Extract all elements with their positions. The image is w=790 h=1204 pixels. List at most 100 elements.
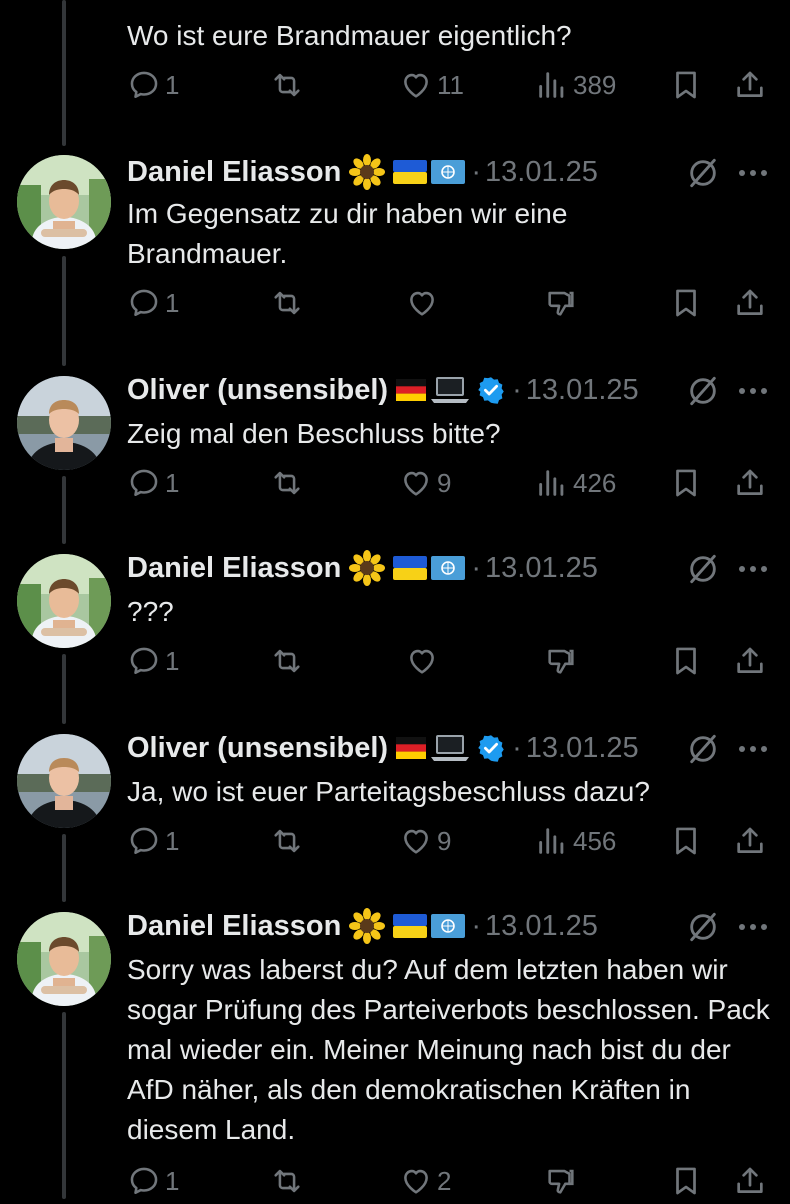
share-button[interactable] xyxy=(733,1164,767,1198)
reply-icon xyxy=(130,647,158,675)
share-icon xyxy=(737,289,763,315)
bookmark-button[interactable] xyxy=(669,68,703,102)
grok-icon[interactable] xyxy=(686,552,720,586)
timestamp[interactable]: 13.01.25 xyxy=(485,156,598,189)
more-icon[interactable] xyxy=(738,386,768,396)
retweet-button[interactable] xyxy=(269,286,305,320)
author-name[interactable]: Daniel Eliasson xyxy=(127,156,341,189)
bookmark-icon xyxy=(676,827,696,855)
bookmark-icon xyxy=(676,289,696,317)
bookmark-button[interactable] xyxy=(669,1164,703,1198)
retweet-button[interactable] xyxy=(269,644,305,678)
separator: · xyxy=(471,155,482,188)
downvote-button[interactable] xyxy=(543,286,579,320)
views-button[interactable]: 426 xyxy=(535,466,616,500)
heart-icon xyxy=(410,291,434,316)
tweet-header: Daniel Eliasson · 13.01.25 xyxy=(127,548,598,588)
more-icon[interactable] xyxy=(738,922,768,932)
avatar[interactable] xyxy=(17,554,111,648)
view-count: 426 xyxy=(573,467,617,498)
grok-icon[interactable] xyxy=(686,374,720,408)
more-icon[interactable] xyxy=(738,744,768,754)
like-button[interactable] xyxy=(405,286,439,320)
retweet-button[interactable] xyxy=(269,466,305,500)
like-count: 9 xyxy=(437,467,452,498)
retweet-icon xyxy=(274,1169,300,1193)
like-button[interactable]: 11 xyxy=(399,68,464,102)
grok-icon[interactable] xyxy=(686,910,720,944)
tweet[interactable]: Oliver (unsensibel) · 13.01.25 Ja, wo is… xyxy=(0,728,790,888)
bookmark-button[interactable] xyxy=(669,644,703,678)
like-button[interactable]: 9 xyxy=(399,824,451,858)
share-button[interactable] xyxy=(733,466,767,500)
reply-icon xyxy=(130,289,158,317)
heart-icon xyxy=(404,73,428,98)
reply-button[interactable]: 1 xyxy=(127,68,179,102)
ukraine-flag-icon xyxy=(393,160,428,184)
timestamp[interactable]: 13.01.25 xyxy=(485,910,598,943)
reply-button[interactable]: 1 xyxy=(127,286,179,320)
views-icon xyxy=(539,828,564,854)
ukraine-flag-icon xyxy=(393,914,428,938)
views-button[interactable]: 389 xyxy=(535,68,616,102)
share-button[interactable] xyxy=(733,286,767,320)
reply-icon xyxy=(130,827,158,855)
tweet[interactable]: Daniel Eliasson · 13.01.25 ??? 1 xyxy=(0,548,790,708)
bookmark-icon xyxy=(676,647,696,675)
timestamp[interactable]: 13.01.25 xyxy=(526,374,639,407)
avatar[interactable] xyxy=(17,912,111,1006)
more-icon[interactable] xyxy=(738,168,768,178)
like-button[interactable]: 9 xyxy=(399,466,451,500)
un-flag-icon xyxy=(431,556,466,580)
name-emojis xyxy=(396,733,506,763)
reply-button[interactable]: 1 xyxy=(127,644,179,678)
reply-icon xyxy=(130,1167,158,1195)
share-button[interactable] xyxy=(733,644,767,678)
tweet[interactable]: Daniel Eliasson · 13.01.25 Im Gegensatz … xyxy=(0,150,790,350)
tweet-actions: 1 11 389 xyxy=(127,68,777,108)
author-name[interactable]: Oliver (unsensibel) xyxy=(127,374,388,407)
author-name[interactable]: Daniel Eliasson xyxy=(127,910,341,943)
like-button[interactable]: 2 xyxy=(399,1164,451,1198)
reply-count: 1 xyxy=(165,467,180,498)
views-button[interactable]: 456 xyxy=(535,824,616,858)
downvote-button[interactable] xyxy=(543,1164,579,1198)
reply-button[interactable]: 1 xyxy=(127,824,179,858)
timestamp[interactable]: 13.01.25 xyxy=(526,732,639,765)
tweet[interactable]: Daniel Eliasson · 13.01.25 Sorry was lab… xyxy=(0,906,790,1199)
like-button[interactable] xyxy=(405,644,439,678)
author-name[interactable]: Daniel Eliasson xyxy=(127,552,341,585)
bookmark-icon xyxy=(676,469,696,497)
avatar[interactable] xyxy=(17,155,111,249)
tweet[interactable]: Wo ist eure Brandmauer eigentlich? 1 11 … xyxy=(0,0,790,130)
avatar[interactable] xyxy=(17,734,111,828)
downvote-button[interactable] xyxy=(543,644,579,678)
heart-icon xyxy=(410,649,434,674)
grok-icon[interactable] xyxy=(686,732,720,766)
grok-icon[interactable] xyxy=(686,156,720,190)
bookmark-button[interactable] xyxy=(669,466,703,500)
avatar[interactable] xyxy=(17,376,111,470)
reply-button[interactable]: 1 xyxy=(127,466,179,500)
un-flag-icon xyxy=(431,914,466,938)
tweet-header: Daniel Eliasson · 13.01.25 xyxy=(127,152,598,192)
share-button[interactable] xyxy=(733,824,767,858)
more-icon[interactable] xyxy=(738,564,768,574)
retweet-button[interactable] xyxy=(269,824,305,858)
name-emojis xyxy=(349,908,466,944)
retweet-button[interactable] xyxy=(269,68,305,102)
timestamp[interactable]: 13.01.25 xyxy=(485,552,598,585)
tweet-actions: 1 xyxy=(127,286,777,326)
reply-button[interactable]: 1 xyxy=(127,1164,179,1198)
thumbs-down-icon xyxy=(548,649,574,674)
tweet-text: Wo ist eure Brandmauer eigentlich? xyxy=(127,20,572,51)
share-button[interactable] xyxy=(733,68,767,102)
thumbs-down-icon xyxy=(548,1169,574,1194)
retweet-button[interactable] xyxy=(269,1164,305,1198)
author-name[interactable]: Oliver (unsensibel) xyxy=(127,732,388,765)
laptop-icon xyxy=(431,735,470,761)
bookmark-button[interactable] xyxy=(669,286,703,320)
tweet-actions: 1 2 xyxy=(127,1164,777,1204)
tweet[interactable]: Oliver (unsensibel) · 13.01.25 Zeig mal … xyxy=(0,370,790,530)
bookmark-button[interactable] xyxy=(669,824,703,858)
